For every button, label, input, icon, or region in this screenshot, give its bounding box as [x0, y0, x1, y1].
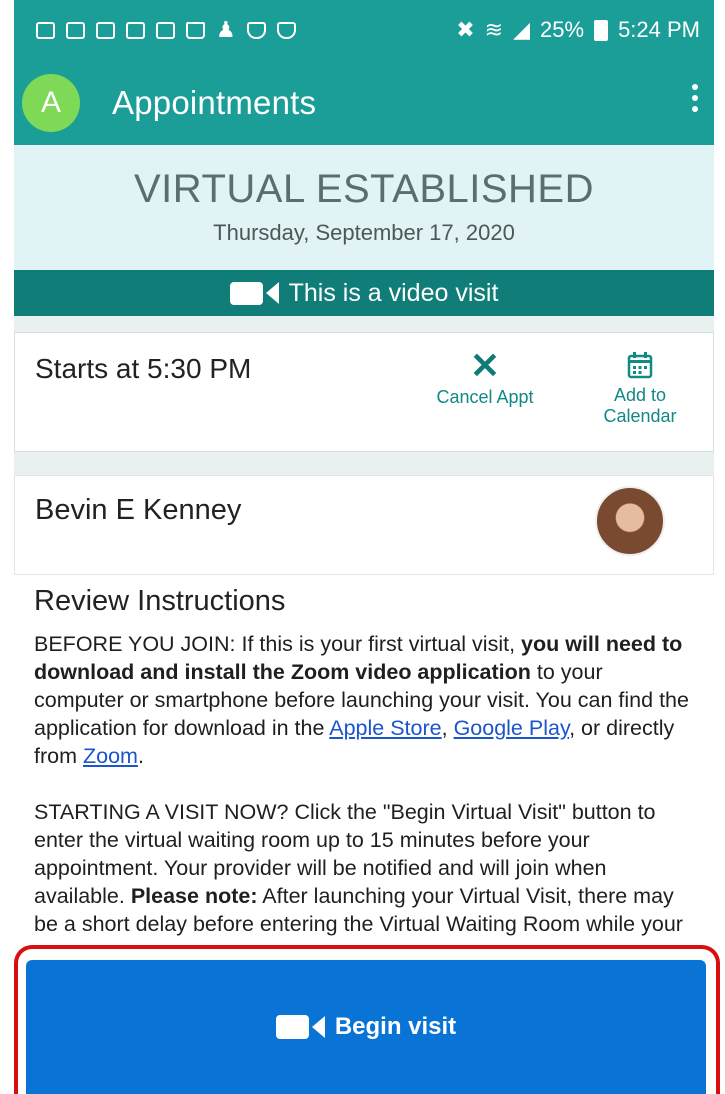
- bag-icon: [186, 21, 205, 39]
- add-to-calendar-label-line1: Add to: [613, 385, 667, 405]
- instructions-bold-text: Please note:: [130, 884, 258, 908]
- video-camera-icon: [275, 1015, 325, 1039]
- add-to-calendar-label-line2: Calendar: [603, 406, 677, 426]
- video-camera-icon: [229, 281, 279, 305]
- sim-icon: [126, 21, 145, 39]
- appointment-time-card: Starts at 5:30 PM ✕ Cancel Appt Add to C…: [14, 332, 714, 452]
- begin-visit-label: Begin visit: [334, 1013, 457, 1040]
- visit-date: Thursday, September 17, 2020: [213, 220, 515, 245]
- app-bar: A Appointments: [14, 60, 714, 145]
- google-play-link[interactable]: Google Play: [454, 716, 570, 740]
- close-icon: ✕: [469, 345, 501, 386]
- provider-name: Bevin E Kenney: [35, 494, 242, 526]
- clock: 5:24 PM: [618, 17, 700, 42]
- battery-percent: 25%: [540, 17, 585, 42]
- page-title: Appointments: [112, 83, 317, 121]
- apple-store-link[interactable]: Apple Store: [329, 716, 441, 740]
- cancel-appointment-label: Cancel Appt: [436, 387, 534, 407]
- zoom-link[interactable]: Zoom: [83, 744, 138, 768]
- status-bar: ♟ ✖ ≋ ◢ 25% 5:24 PM: [14, 0, 714, 60]
- wifi-icon: ≋: [484, 17, 504, 42]
- avatar[interactable]: A: [22, 73, 80, 132]
- person-icon: ♟: [216, 17, 236, 42]
- mail-icon: [66, 21, 85, 39]
- before-you-join-text: BEFORE YOU JOIN: If this is your first v…: [34, 630, 698, 770]
- mail-icon: [96, 21, 115, 39]
- starting-visit-text: STARTING A VISIT NOW? Click the "Begin V…: [34, 798, 698, 938]
- calendar-icon: [627, 352, 653, 379]
- video-banner-text: This is a video visit: [288, 278, 499, 307]
- gallery-icon: [156, 21, 175, 39]
- provider-avatar: [595, 486, 665, 556]
- visit-type: VIRTUAL ESTABLISHED: [133, 167, 594, 211]
- cancel-appointment-button[interactable]: ✕ Cancel Appt: [410, 345, 560, 408]
- overflow-menu-icon[interactable]: [692, 84, 698, 112]
- signal-icon: ◢: [513, 17, 531, 42]
- appointment-header: VIRTUAL ESTABLISHED Thursday, September …: [14, 145, 714, 270]
- system-indicators: ✖ ≋ ◢ 25% 5:24 PM: [456, 17, 700, 43]
- begin-visit-button[interactable]: Begin visit: [26, 960, 706, 1094]
- mute-icon: ✖: [456, 17, 475, 42]
- add-to-calendar-button[interactable]: Add to Calendar: [580, 345, 700, 427]
- provider-card: Bevin E Kenney: [14, 475, 714, 575]
- instructions-text: BEFORE YOU JOIN: If this is your first v…: [34, 632, 522, 656]
- shield-icon: [246, 21, 266, 39]
- image-icon: [36, 21, 55, 39]
- notification-icons: ♟: [36, 19, 296, 41]
- app-screen: ♟ ✖ ≋ ◢ 25% 5:24 PM A Appointments VIRTU…: [0, 0, 725, 1094]
- battery-icon: [594, 19, 609, 41]
- shield-icon: [276, 21, 296, 39]
- instructions-text: ,: [441, 716, 454, 740]
- video-visit-banner: This is a video visit: [14, 270, 714, 316]
- start-time: Starts at 5:30 PM: [35, 353, 252, 384]
- instructions-title: Review Instructions: [34, 585, 286, 617]
- instructions-text: .: [137, 744, 144, 768]
